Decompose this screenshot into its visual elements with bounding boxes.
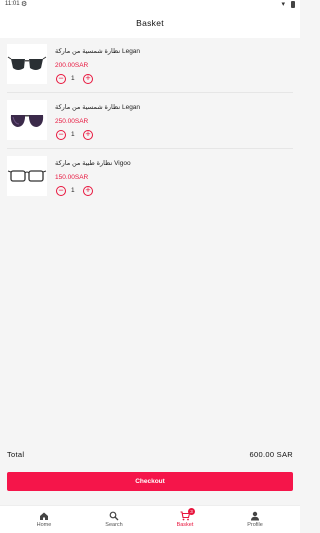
total-row: Total 600.00 SAR [7, 450, 293, 460]
nav-label: Search [105, 522, 123, 528]
quantity-value: 1 [71, 75, 75, 82]
increase-quantity-button[interactable]: + [83, 74, 93, 84]
nav-label: Basket [176, 522, 194, 528]
search-icon [109, 511, 119, 521]
decrease-quantity-button[interactable]: − [56, 74, 66, 84]
eyeglasses-icon [7, 156, 47, 196]
total-label: Total [7, 450, 25, 459]
cart-count-badge: 3 [188, 508, 195, 515]
status-bar: 11:01 ⚙ ▾ [0, 0, 300, 10]
nav-item-home[interactable]: Home [9, 506, 79, 533]
increase-quantity-button[interactable]: + [83, 130, 93, 140]
cart-item[interactable]: نظارة شمسية من ماركة Legan 250.00SAR − 1… [0, 98, 300, 148]
status-time: 11:01 [5, 1, 20, 7]
nav-label: Home [36, 522, 52, 528]
cart-item[interactable]: نظارة شمسية من ماركة Legan 200.00SAR − 1… [0, 42, 300, 92]
increase-quantity-button[interactable]: + [83, 186, 93, 196]
item-price: 250.00SAR [55, 118, 89, 125]
cart-item[interactable]: نظارة طبية من ماركة Vigoo 150.00SAR − 1 … [0, 154, 300, 204]
item-name: نظارة شمسية من ماركة Legan [55, 104, 141, 111]
cart-list: نظارة شمسية من ماركة Legan 200.00SAR − 1… [0, 38, 300, 438]
bottom-navigation: Home Search 3 Basket Profile [0, 505, 300, 533]
quantity-value: 1 [71, 131, 75, 138]
nav-label: Profile [247, 522, 263, 528]
nav-item-profile[interactable]: Profile [220, 506, 290, 533]
purple-sunglasses-icon [7, 100, 47, 140]
divider [7, 148, 293, 149]
total-value: 600.00 SAR [249, 450, 293, 459]
item-name: نظارة طبية من ماركة Vigoo [55, 160, 131, 167]
dark-sunglasses-icon [7, 44, 47, 84]
gear-icon: ⚙ [21, 1, 28, 8]
page-title: Basket [136, 18, 164, 28]
divider [7, 92, 293, 93]
person-icon [251, 511, 259, 521]
battery-icon [291, 1, 295, 8]
item-name: نظارة شمسية من ماركة Legan [55, 48, 141, 55]
nav-item-search[interactable]: Search [79, 506, 149, 533]
quantity-value: 1 [71, 187, 75, 194]
item-price: 200.00SAR [55, 62, 89, 69]
checkout-button[interactable]: Checkout [7, 472, 293, 491]
decrease-quantity-button[interactable]: − [56, 186, 66, 196]
home-icon [40, 512, 48, 520]
wifi-icon: ▾ [281, 1, 285, 8]
nav-item-basket[interactable]: 3 Basket [150, 506, 220, 533]
item-price: 150.00SAR [55, 174, 89, 181]
app-bar: Basket [0, 10, 300, 38]
decrease-quantity-button[interactable]: − [56, 130, 66, 140]
